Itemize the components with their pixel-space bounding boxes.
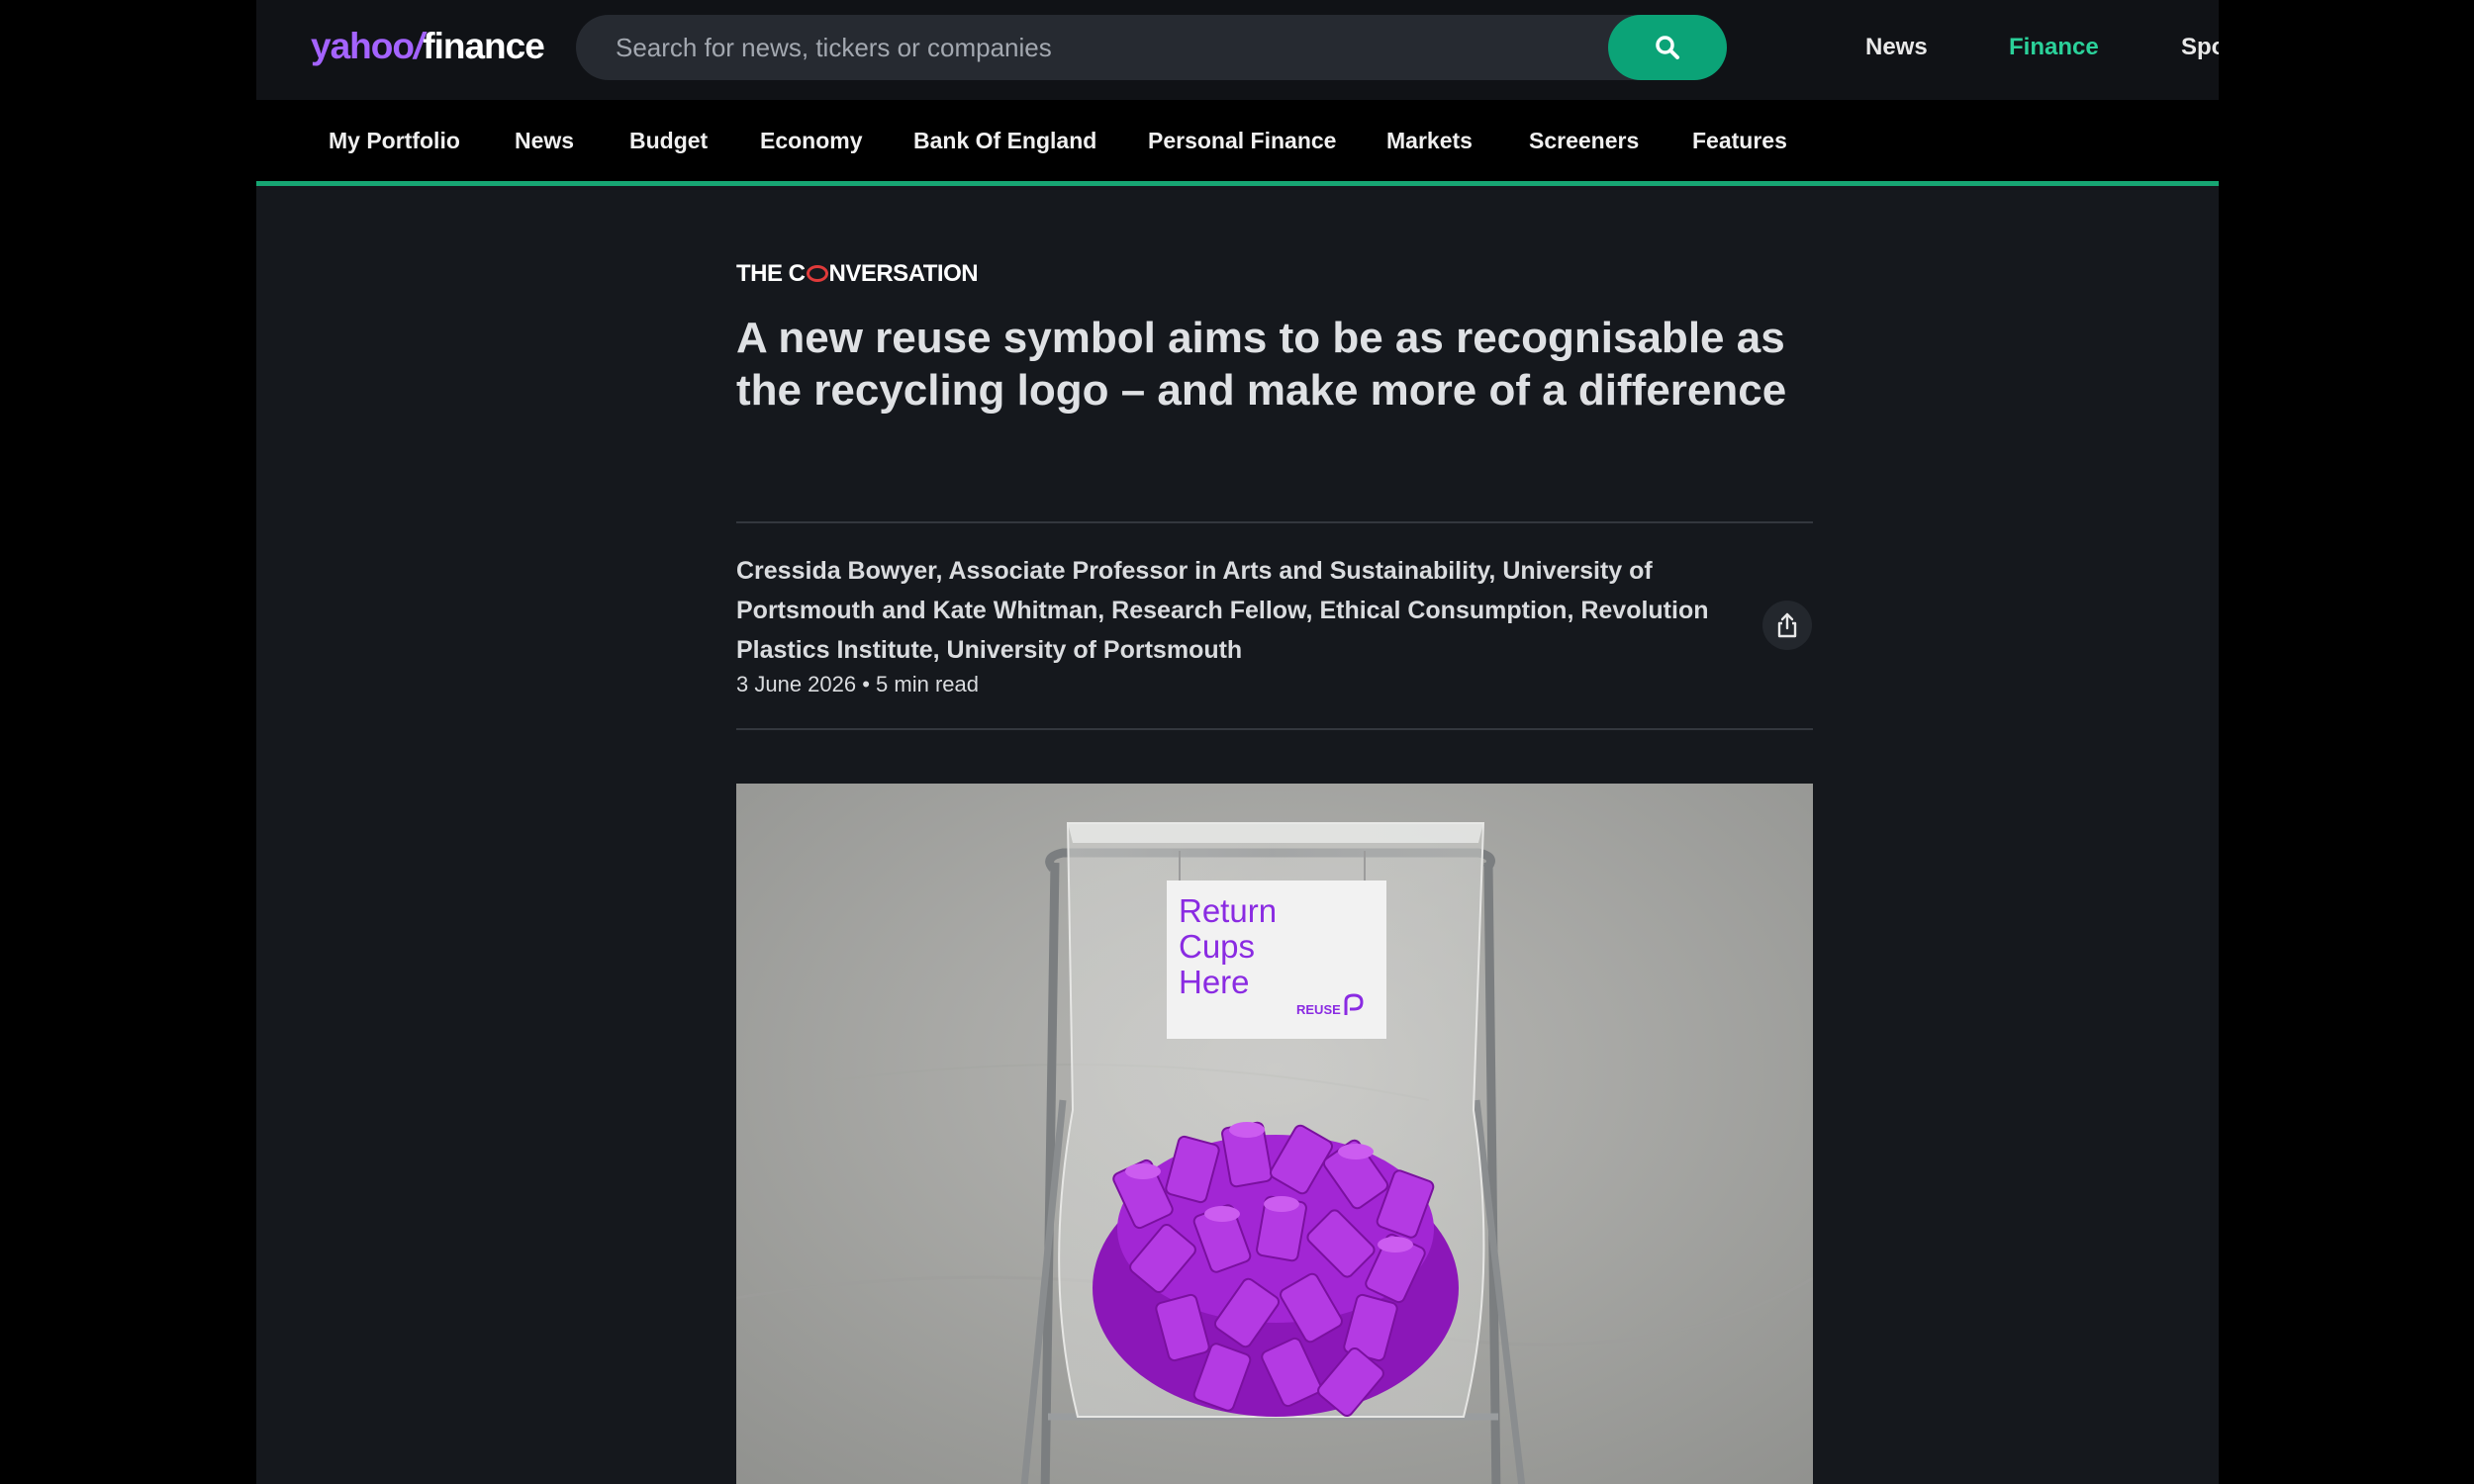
share-icon <box>1777 612 1797 638</box>
subnav-my-portfolio[interactable]: My Portfolio <box>329 123 460 158</box>
article-hero-image: Return Cups Here REUSE <box>736 784 1813 1484</box>
top-header: yahoo/finance News Finance Spo <box>256 0 2219 100</box>
source-logo[interactable]: THE C NVERSATION <box>736 259 979 289</box>
subnav-personal-finance[interactable]: Personal Finance <box>1148 123 1336 158</box>
subnav-economy[interactable]: Economy <box>760 123 863 158</box>
search-bar <box>576 15 1686 80</box>
sign-line-1: Return <box>1179 892 1277 929</box>
subnav-budget[interactable]: Budget <box>629 123 708 158</box>
yahoo-finance-logo[interactable]: yahoo/finance <box>311 24 545 69</box>
subnav-bank-of-england[interactable]: Bank Of England <box>913 123 1096 158</box>
subnav-screeners[interactable]: Screeners <box>1529 123 1639 158</box>
subnav-features[interactable]: Features <box>1692 123 1787 158</box>
source-logo-text-start: THE C <box>736 260 806 287</box>
article-date-readtime: 3 June 2026 • 5 min read <box>736 672 979 696</box>
source-logo-text-end: NVERSATION <box>828 260 979 287</box>
sign-line-2: Cups <box>1179 928 1255 965</box>
divider-bottom <box>736 728 1813 730</box>
section-nav-underline <box>256 181 2219 186</box>
logo-finance: finance <box>423 26 545 66</box>
topnav-news[interactable]: News <box>1865 30 1928 65</box>
logo-yahoo: yahoo <box>311 26 415 66</box>
subnav-news[interactable]: News <box>515 123 574 158</box>
divider-top <box>736 521 1813 523</box>
article-headline: A new reuse symbol aims to be as recogni… <box>736 314 1787 415</box>
search-icon <box>1656 36 1679 59</box>
source-logo-ring-icon <box>806 265 828 282</box>
share-button[interactable] <box>1762 601 1812 650</box>
sign-line-3: Here <box>1179 964 1250 1000</box>
article-byline: Cressida Bowyer, Associate Professor in … <box>736 557 1709 664</box>
logo-slash: / <box>413 26 424 66</box>
topnav-finance[interactable]: Finance <box>2009 30 2099 65</box>
search-button[interactable] <box>1608 15 1727 80</box>
topnav-sports[interactable]: Spo <box>2181 30 2219 65</box>
sign-brand: REUSE <box>1296 1002 1341 1017</box>
subnav-markets[interactable]: Markets <box>1386 123 1473 158</box>
reuse-cups-bin-photo: Return Cups Here REUSE <box>736 784 1813 1484</box>
search-input[interactable] <box>616 15 1585 80</box>
page: yahoo/finance News Finance Spo My Portfo… <box>256 0 2219 1484</box>
